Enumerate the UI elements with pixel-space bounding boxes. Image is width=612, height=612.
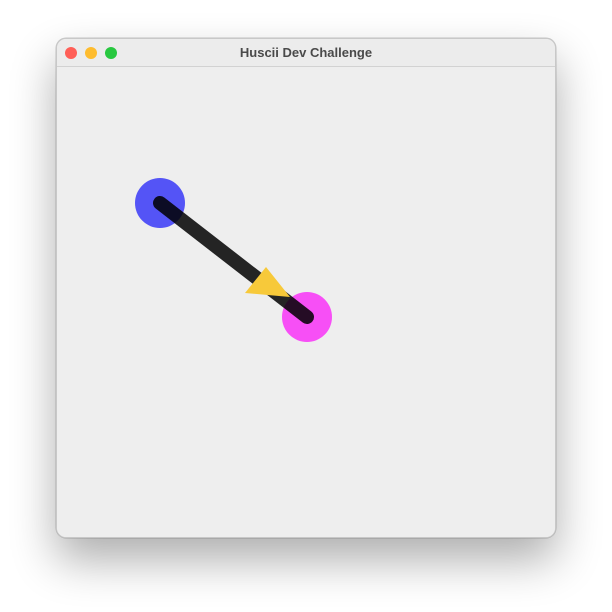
drawing-canvas[interactable] — [57, 67, 556, 538]
window-title: Huscii Dev Challenge — [239, 45, 373, 60]
canvas-svg[interactable] — [57, 67, 556, 538]
app-window: Huscii Dev Challenge — [56, 38, 556, 538]
title-bar: Huscii Dev Challenge — [57, 39, 555, 67]
connector-line[interactable] — [153, 196, 314, 324]
